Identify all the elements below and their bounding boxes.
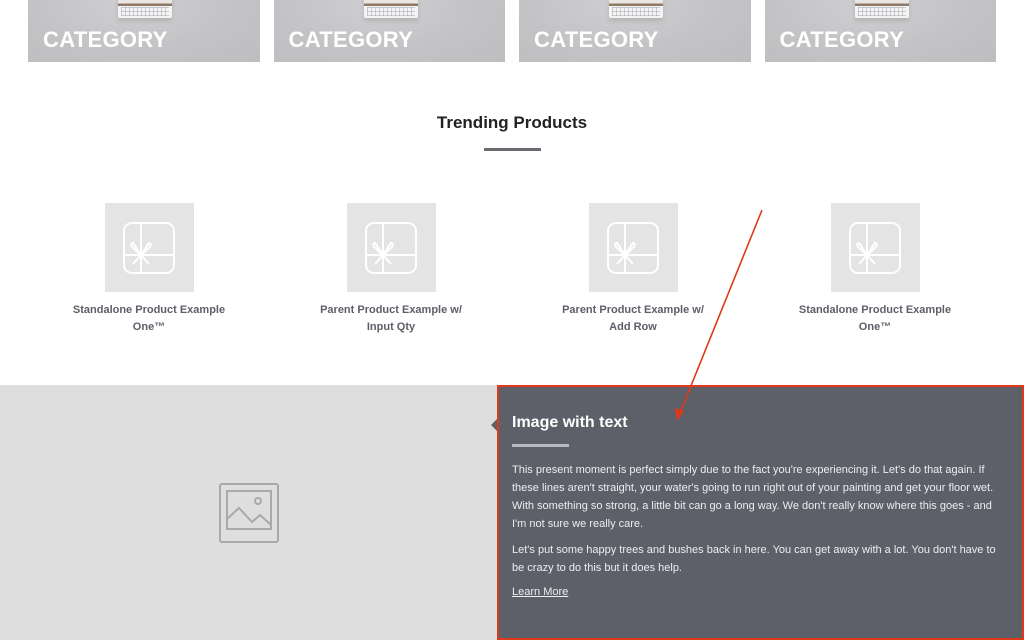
gift-card-icon xyxy=(607,221,659,274)
product-thumbnail[interactable] xyxy=(346,203,436,292)
category-label: CATEGORY xyxy=(534,27,659,52)
product-card[interactable]: Parent Product Example w/ Input Qty xyxy=(270,203,512,336)
image-with-text-section: Image with text This present moment is p… xyxy=(0,385,1024,640)
body-paragraph: Let's put some happy trees and bushes ba… xyxy=(512,544,996,574)
gift-card-icon xyxy=(365,221,417,274)
product-grid: Standalone Product Example One™ Parent P… xyxy=(28,203,996,336)
product-card[interactable]: Standalone Product Example One™ xyxy=(28,203,270,336)
product-name[interactable]: Standalone Product Example One™ xyxy=(69,302,229,336)
category-tile[interactable]: CATEGORY xyxy=(273,0,505,62)
product-thumbnail[interactable] xyxy=(104,203,194,292)
category-tile[interactable]: CATEGORY xyxy=(519,0,751,62)
category-tile[interactable]: CATEGORY xyxy=(764,0,996,62)
category-tile[interactable]: CATEGORY xyxy=(28,0,260,62)
category-label: CATEGORY xyxy=(779,27,905,52)
panel-pointer-notch xyxy=(491,419,497,431)
image-with-text-title: Image with text xyxy=(512,414,628,431)
product-name[interactable]: Parent Product Example w/ Add Row xyxy=(553,302,713,336)
image-placeholder xyxy=(0,385,498,640)
heading-divider xyxy=(484,148,541,151)
product-thumbnail[interactable] xyxy=(830,203,920,292)
gift-card-icon xyxy=(849,221,901,274)
learn-more-link[interactable]: Learn More xyxy=(512,586,568,598)
body-paragraph: This present moment is perfect simply du… xyxy=(512,464,994,530)
category-row: CATEGORY CATEGORY CATEGORY CATEGORY xyxy=(28,0,996,62)
product-name[interactable]: Parent Product Example w/ Input Qty xyxy=(311,302,471,336)
gift-card-icon xyxy=(123,221,175,274)
category-label: CATEGORY xyxy=(43,27,168,52)
category-label: CATEGORY xyxy=(288,27,414,52)
trending-products-heading: Trending Products xyxy=(436,113,588,132)
product-card[interactable]: Standalone Product Example One™ xyxy=(754,203,996,336)
product-card[interactable]: Parent Product Example w/ Add Row xyxy=(512,203,754,336)
image-with-text-panel: Image with text This present moment is p… xyxy=(497,385,1024,640)
product-thumbnail[interactable] xyxy=(588,203,678,292)
category-image xyxy=(118,0,172,18)
title-divider xyxy=(512,444,569,447)
product-name[interactable]: Standalone Product Example One™ xyxy=(795,302,955,336)
category-image xyxy=(609,0,663,18)
category-image xyxy=(363,0,418,18)
image-placeholder-icon xyxy=(219,482,279,543)
category-image xyxy=(854,0,909,18)
